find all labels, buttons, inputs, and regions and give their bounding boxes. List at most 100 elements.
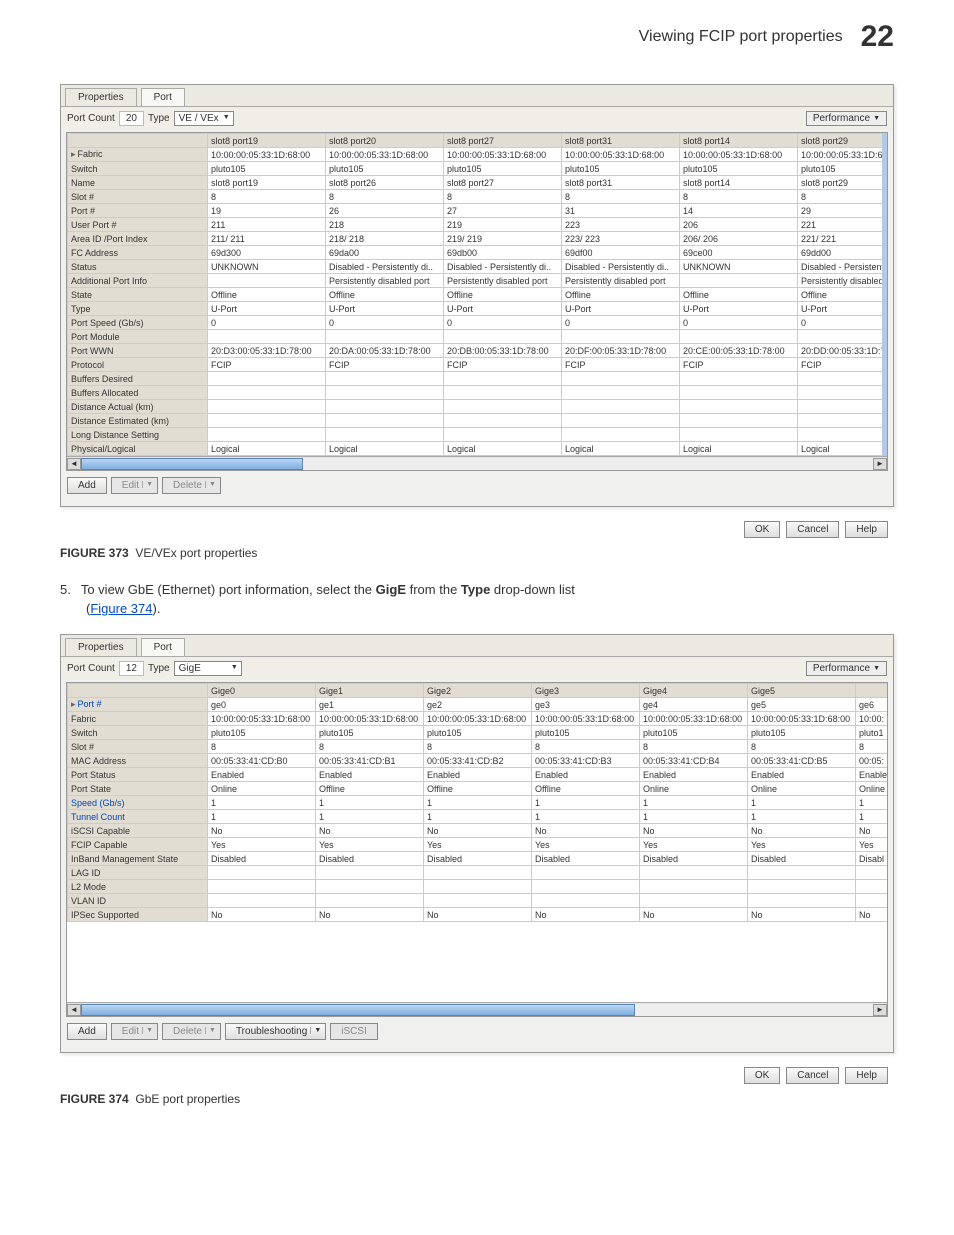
action-buttons: Add Edit Delete: [61, 473, 893, 498]
column-header[interactable]: slot8 port27: [444, 134, 562, 148]
table-cell: [532, 880, 640, 894]
table-cell: [562, 330, 680, 344]
add-button[interactable]: Add: [67, 1023, 107, 1040]
help-button[interactable]: Help: [845, 521, 888, 538]
table-cell: [798, 372, 889, 386]
table-cell: [562, 414, 680, 428]
table-cell: 8: [856, 740, 889, 754]
edit-button[interactable]: Edit: [111, 477, 158, 494]
tab-port[interactable]: Port: [141, 88, 185, 106]
table-cell: U-Port: [798, 302, 889, 316]
row-label: IPSec Supported: [68, 908, 208, 922]
cancel-button[interactable]: Cancel: [786, 1067, 839, 1084]
table-row: iSCSI CapableNoNoNoNoNoNoNo: [68, 824, 889, 838]
table-cell: 1: [316, 810, 424, 824]
table-cell: 69dd00: [798, 246, 889, 260]
row-label: Area ID /Port Index: [68, 232, 208, 246]
scroll-left-icon[interactable]: ◄: [67, 458, 81, 470]
column-header[interactable]: Gige4: [640, 684, 748, 698]
table-cell: Persistently disabled port: [562, 274, 680, 288]
column-header[interactable]: slot8 port31: [562, 134, 680, 148]
column-header[interactable]: slot8 port14: [680, 134, 798, 148]
scrollbar-thumb[interactable]: [81, 458, 303, 470]
performance-button[interactable]: Performance: [806, 111, 887, 126]
row-label-link[interactable]: Speed (Gb/s): [71, 798, 125, 808]
row-label-link[interactable]: Tunnel Count: [71, 812, 125, 822]
table-cell: Yes: [208, 838, 316, 852]
table-cell: [444, 386, 562, 400]
column-header[interactable]: Gige1: [316, 684, 424, 698]
table-cell: 20:D3:00:05:33:1D:78:00: [208, 344, 326, 358]
table-cell: 1: [208, 810, 316, 824]
table-cell: Disabled: [532, 852, 640, 866]
tab-properties[interactable]: Properties: [65, 638, 137, 656]
table-cell: [680, 330, 798, 344]
expand-icon[interactable]: ▸: [71, 699, 76, 709]
figure-374-link[interactable]: Figure 374: [90, 601, 152, 616]
ok-button[interactable]: OK: [744, 521, 780, 538]
row-label-link[interactable]: Port #: [78, 699, 102, 709]
column-header[interactable]: [856, 684, 889, 698]
cancel-button[interactable]: Cancel: [786, 521, 839, 538]
horizontal-scrollbar[interactable]: ◄ ►: [67, 456, 887, 470]
portcount-value: 12: [119, 661, 144, 676]
column-header[interactable]: Gige3: [532, 684, 640, 698]
column-header[interactable]: slot8 port20: [326, 134, 444, 148]
row-label: Switch: [68, 726, 208, 740]
expand-icon[interactable]: ▸: [71, 149, 76, 159]
table-cell: 10:00:00:05:33:1D:68:00: [208, 712, 316, 726]
column-header[interactable]: slot8 port19: [208, 134, 326, 148]
figure-374-caption: FIGURE 374 GbE port properties: [60, 1092, 894, 1106]
table-row: Fabric10:00:00:05:33:1D:68:0010:00:00:05…: [68, 712, 889, 726]
help-button[interactable]: Help: [845, 1067, 888, 1084]
table-row: L2 Mode: [68, 880, 889, 894]
iscsi-button[interactable]: iSCSI: [330, 1023, 378, 1040]
table-cell: [326, 372, 444, 386]
add-button[interactable]: Add: [67, 477, 107, 494]
row-label: Port Speed (Gb/s): [68, 316, 208, 330]
delete-button[interactable]: Delete: [162, 477, 221, 494]
row-label: MAC Address: [68, 754, 208, 768]
column-header[interactable]: Gige5: [748, 684, 856, 698]
ok-button[interactable]: OK: [744, 1067, 780, 1084]
vertical-scrollbar[interactable]: [882, 133, 887, 456]
table-cell: Yes: [532, 838, 640, 852]
horizontal-scrollbar[interactable]: ◄ ►: [67, 1002, 887, 1016]
table-cell: 219: [444, 218, 562, 232]
ports-table: Gige0Gige1Gige2Gige3Gige4Gige5▸Port #ge0…: [66, 682, 888, 1017]
table-row: Port #192627311429: [68, 204, 889, 218]
table-cell: Enabled: [748, 768, 856, 782]
table-cell: [748, 866, 856, 880]
table-cell: FCIP: [680, 358, 798, 372]
toolbar: Port Count 20 Type VE / VEx Performance: [61, 107, 893, 130]
table-cell: Offline: [562, 288, 680, 302]
table-cell: [424, 880, 532, 894]
table-cell: Disabled: [208, 852, 316, 866]
table-cell: Enable: [856, 768, 889, 782]
ports-table: slot8 port19slot8 port20slot8 port27slot…: [66, 132, 888, 471]
table-row: Distance Estimated (km): [68, 414, 889, 428]
scrollbar-thumb[interactable]: [81, 1004, 635, 1016]
column-header[interactable]: slot8 port29: [798, 134, 889, 148]
table-cell: [640, 894, 748, 908]
scroll-left-icon[interactable]: ◄: [67, 1004, 81, 1016]
row-label: Tunnel Count: [68, 810, 208, 824]
table-cell: 1: [532, 810, 640, 824]
type-dropdown[interactable]: VE / VEx: [174, 111, 234, 126]
column-header[interactable]: Gige0: [208, 684, 316, 698]
delete-button[interactable]: Delete: [162, 1023, 221, 1040]
performance-button[interactable]: Performance: [806, 661, 887, 676]
column-header[interactable]: Gige2: [424, 684, 532, 698]
tab-properties[interactable]: Properties: [65, 88, 137, 106]
scroll-right-icon[interactable]: ►: [873, 1004, 887, 1016]
scroll-right-icon[interactable]: ►: [873, 458, 887, 470]
type-dropdown[interactable]: GigE: [174, 661, 242, 676]
table-cell: 1: [208, 796, 316, 810]
table-row: Port Module: [68, 330, 889, 344]
table-cell: Enabled: [424, 768, 532, 782]
tab-port[interactable]: Port: [141, 638, 185, 656]
table-cell: 00:05:33:41:CD:B4: [640, 754, 748, 768]
edit-button[interactable]: Edit: [111, 1023, 158, 1040]
troubleshooting-button[interactable]: Troubleshooting: [225, 1023, 326, 1040]
table-cell: No: [208, 908, 316, 922]
